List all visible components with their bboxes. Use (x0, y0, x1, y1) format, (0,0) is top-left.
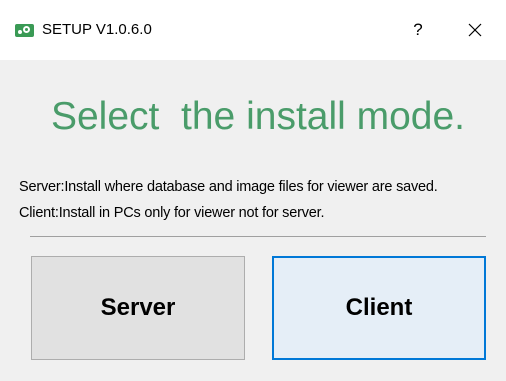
server-description: Server:Install where database and image … (19, 179, 438, 195)
close-icon (468, 23, 482, 37)
install-mode-heading: Select the install mode. (50, 95, 466, 138)
title-bar[interactable]: SETUP V1.0.6.0 ? (0, 0, 506, 60)
server-button[interactable]: Server (31, 256, 245, 360)
help-button[interactable]: ? (395, 10, 441, 50)
setup-app-icon (15, 24, 34, 37)
app-icon-dot (18, 30, 22, 34)
divider (30, 236, 486, 237)
app-icon-ring (23, 26, 30, 33)
client-description: Client:Install in PCs only for viewer no… (19, 205, 325, 221)
setup-window: SETUP V1.0.6.0 ? Select the install mode… (0, 0, 506, 381)
window-title: SETUP V1.0.6.0 (42, 21, 152, 38)
client-button[interactable]: Client (272, 256, 486, 360)
close-button[interactable] (452, 10, 498, 50)
